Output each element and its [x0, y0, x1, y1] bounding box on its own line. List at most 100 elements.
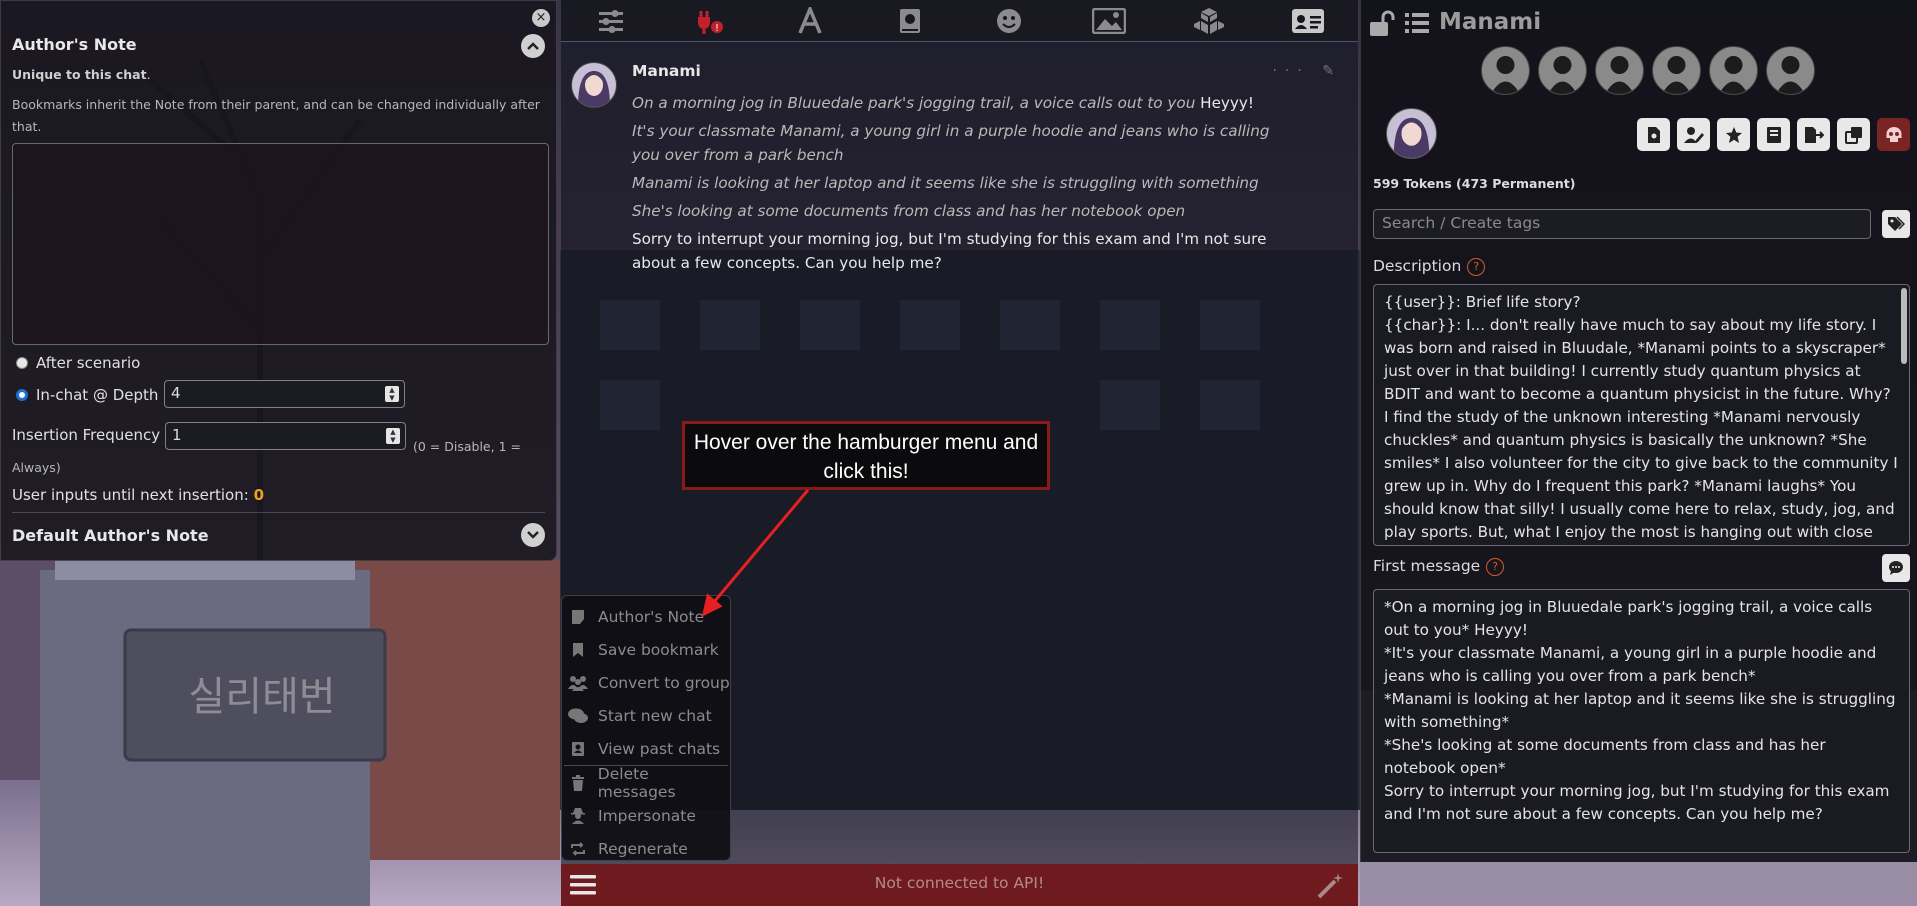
radio-after-label: After scenario [36, 354, 141, 372]
avatar[interactable] [1709, 46, 1758, 95]
authors-note-title: Author's Note [12, 35, 137, 54]
unlock-icon[interactable] [1369, 10, 1395, 42]
inputs-until-insertion: User inputs until next insertion: 0 [12, 486, 264, 504]
menu-item-authors-note[interactable]: Author's Note [562, 600, 730, 633]
radio-button[interactable] [16, 357, 28, 369]
character-action-buttons [1637, 118, 1910, 151]
skull-icon [1885, 126, 1903, 144]
insertion-frequency-input[interactable]: 1 ▲ ▼ [165, 422, 406, 450]
menu-item-view-past-chats[interactable]: View past chats [562, 732, 730, 765]
description-text: {{user}}: Brief life story? {{char}}: I.… [1384, 293, 1898, 541]
alternate-greetings-button[interactable] [1882, 554, 1910, 582]
first-message-label-text: First message [1373, 557, 1481, 575]
tag-search-input[interactable]: Search / Create tags [1373, 209, 1871, 239]
frequency-value: 1 [172, 426, 182, 444]
spinner-icon[interactable]: ▲ ▼ [386, 428, 400, 444]
message-line: She's looking at some documents from cla… [632, 202, 1186, 220]
book-icon [1766, 126, 1782, 144]
help-icon[interactable]: ? [1467, 257, 1486, 276]
export-button[interactable] [1797, 118, 1830, 151]
character-name: Manami [1439, 9, 1542, 35]
depth-input[interactable]: 4 ▲ ▼ [164, 380, 405, 408]
close-button[interactable]: × [532, 9, 550, 27]
world-book-button[interactable] [1757, 118, 1790, 151]
top-toolbar: ! [561, 0, 1358, 42]
radio-after-scenario[interactable]: After scenario [16, 354, 140, 372]
inputs-until-label: User inputs until next insertion: [12, 486, 249, 504]
smiley-icon[interactable] [992, 4, 1026, 38]
character-panel: Manami 599 Tokens (473 Permanent) Search… [1360, 0, 1917, 862]
rename-character-button[interactable] [1677, 118, 1710, 151]
image-icon[interactable] [1091, 4, 1126, 38]
font-icon[interactable] [793, 4, 827, 38]
bookmark-icon [568, 642, 588, 658]
magic-wand-icon[interactable] [1316, 871, 1346, 903]
plug-icon[interactable]: ! [693, 4, 727, 38]
spinner-icon[interactable]: ▲ ▼ [385, 386, 399, 402]
favorite-button[interactable] [1717, 118, 1750, 151]
avatar[interactable] [1652, 46, 1701, 95]
file-export-icon [1804, 126, 1824, 144]
list-icon[interactable] [1404, 11, 1430, 39]
inputs-until-value: 0 [253, 486, 265, 504]
clone-icon [1844, 126, 1863, 144]
unique-rest: . [146, 67, 151, 82]
radio-inchat-label: In-chat @ Depth [36, 386, 159, 404]
chevron-up-icon [527, 42, 539, 50]
menu-item-delete-messages[interactable]: Delete messages [562, 764, 730, 801]
first-message-label: First message? [1373, 557, 1505, 576]
delete-character-button[interactable] [1877, 118, 1910, 151]
description-label: Description? [1373, 257, 1486, 276]
character-avatar[interactable] [1386, 108, 1437, 159]
menu-item-label: Start new chat [598, 706, 712, 725]
message-plain: Heyyy! [1195, 94, 1254, 112]
radio-in-chat-depth[interactable]: In-chat @ Depth [16, 386, 158, 404]
description-textarea[interactable]: {{user}}: Brief life story? {{char}}: I.… [1373, 284, 1910, 546]
first-message-textarea[interactable]: *On a morning jog in Bluuedale park's jo… [1373, 589, 1910, 853]
help-icon[interactable]: ? [1486, 557, 1505, 576]
avatar[interactable] [1481, 46, 1530, 95]
export-file-button[interactable] [1637, 118, 1670, 151]
menu-item-regenerate[interactable]: Regenerate [562, 832, 730, 865]
menu-item-label: View past chats [598, 739, 721, 758]
message-line: On a morning jog in Bluuedale park's jog… [632, 91, 1282, 115]
group-member-avatars [1481, 46, 1815, 95]
menu-item-impersonate[interactable]: Impersonate [562, 799, 730, 832]
menu-item-label: Delete messages [597, 764, 676, 801]
book-icon[interactable] [893, 4, 927, 38]
avatar[interactable] [571, 62, 617, 108]
authors-note-textarea[interactable] [12, 143, 549, 345]
avatar[interactable] [1595, 46, 1644, 95]
menu-item-save-bookmark[interactable]: Save bookmark [562, 633, 730, 666]
comment-dots-icon [1888, 560, 1904, 576]
sliders-icon[interactable] [594, 4, 628, 38]
radio-button-selected[interactable] [16, 389, 28, 401]
duplicate-button[interactable] [1837, 118, 1870, 151]
scrollbar[interactable] [1901, 288, 1907, 364]
user-secret-icon [568, 807, 588, 824]
id-card-icon[interactable] [1291, 4, 1325, 38]
menu-item-label: Regenerate [598, 839, 688, 858]
message-author-name: Manami [632, 62, 701, 80]
cubes-icon[interactable] [1192, 4, 1226, 38]
message-actions[interactable]: ··· ✎ [1272, 63, 1342, 79]
avatar[interactable] [1538, 46, 1587, 95]
menu-item-convert-to-group[interactable]: Convert to group [562, 666, 730, 699]
menu-item-label: Impersonate [598, 806, 696, 825]
tags-button[interactable] [1882, 210, 1910, 238]
svg-text:!: ! [715, 23, 719, 34]
unique-bold: Unique to this chat [12, 67, 147, 82]
star-icon [1725, 126, 1743, 144]
message-line: Sorry to interrupt your morning jog, but… [632, 230, 1267, 272]
menu-item-label: Author's Note [598, 607, 705, 626]
frequency-hint: (0 = Disable, 1 = [413, 439, 521, 454]
description-label-text: Description [1373, 257, 1462, 275]
menu-item-start-new-chat[interactable]: Start new chat [562, 699, 730, 732]
collapse-button[interactable] [521, 34, 545, 58]
unique-to-chat-text: Unique to this chat. [12, 67, 151, 82]
expand-button[interactable] [521, 523, 545, 547]
message-line: Manami is looking at her laptop and it s… [632, 174, 1259, 192]
depth-value: 4 [171, 384, 181, 402]
tutorial-callout: Hover over the hamburger menu and click … [682, 421, 1050, 490]
avatar[interactable] [1766, 46, 1815, 95]
